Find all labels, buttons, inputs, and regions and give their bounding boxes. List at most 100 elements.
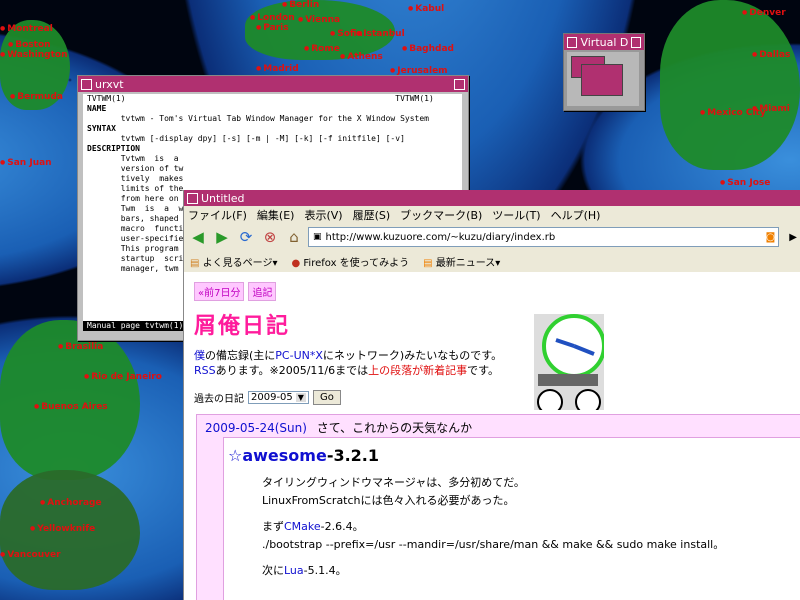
city-label: Washington bbox=[0, 50, 67, 60]
firefox-icon: ● bbox=[291, 257, 301, 269]
menu-view[interactable]: 表示(V) bbox=[304, 207, 342, 223]
city-label: San Juan bbox=[0, 158, 51, 168]
diary-entry: 2009-05-24(Sun) さて、これからの天気なんか ☆awesome-3… bbox=[196, 414, 800, 600]
city-label: Berlin bbox=[282, 0, 319, 10]
site-icon: ▣ bbox=[313, 232, 322, 242]
city-label: Dallas bbox=[752, 50, 790, 60]
resize-icon[interactable] bbox=[630, 36, 641, 48]
term-line: Tvtwm is a bbox=[87, 154, 179, 163]
term-line: tively makes bbox=[87, 174, 184, 183]
pager-area[interactable] bbox=[567, 52, 639, 106]
url-bar[interactable]: ▣ http://www.kuzuore.com/~kuzu/diary/ind… bbox=[308, 227, 780, 247]
paragraph: タイリングウィンドウマネージャは、多分初めてだ。 bbox=[262, 476, 525, 489]
web-page[interactable]: «前7日分 追記 屑俺日記 僕の備忘録(主にPC-UN*Xにネットワーク)みたい… bbox=[184, 272, 800, 600]
firefox-window[interactable]: Untitled ファイル(F) 編集(E) 表示(V) 履歴(S) ブックマー… bbox=[183, 190, 800, 600]
select-value: 2009-05 bbox=[251, 392, 293, 403]
entry-date-link[interactable]: 2009-05-24(Sun) bbox=[205, 421, 307, 435]
home-icon[interactable]: ⌂ bbox=[284, 227, 304, 247]
cmake-link[interactable]: CMake bbox=[284, 520, 321, 533]
city-label: Denver bbox=[742, 8, 785, 18]
awesome-link[interactable]: awesome bbox=[242, 446, 326, 465]
city-label: Madrid bbox=[256, 64, 298, 74]
term-line: tvtwm - Tom's Virtual Tab Window Manager… bbox=[87, 114, 429, 123]
virtual-desktop-window[interactable]: Virtual Desktop bbox=[563, 33, 645, 111]
stop-icon[interactable]: ⊗ bbox=[260, 227, 280, 247]
bookmark-label: Firefox を使ってみよう bbox=[303, 257, 410, 269]
paragraph: ./bootstrap --prefix=/usr --mandir=/usr/… bbox=[262, 538, 725, 551]
window-menu-icon[interactable] bbox=[81, 78, 92, 90]
rss-link[interactable]: RSS bbox=[194, 364, 216, 377]
back-icon[interactable]: ◀ bbox=[188, 227, 208, 247]
bookmark-getting-started[interactable]: ● Firefox を使ってみよう bbox=[291, 254, 409, 269]
pager-window-thumb[interactable] bbox=[581, 64, 623, 96]
window-menu-icon[interactable] bbox=[567, 36, 578, 48]
city-label: Istanbul bbox=[356, 29, 404, 39]
prev-7-days-link[interactable]: «前7日分 bbox=[194, 282, 245, 301]
star-icon: ☆ bbox=[228, 446, 243, 465]
firefox-titlebar[interactable]: Untitled bbox=[184, 190, 800, 206]
menu-edit[interactable]: 編集(E) bbox=[257, 207, 295, 223]
past-diary-select[interactable]: 2009-05 ▼ bbox=[248, 391, 309, 404]
entry-body: ☆awesome-3.2.1 タイリングウィンドウマネージャは、多分初めてだ。 … bbox=[223, 437, 800, 600]
text: 次に bbox=[262, 564, 284, 577]
intro-text: 僕の備忘録(主にPC-UN*Xにネットワーク)みたいなものです。 RSSあります… bbox=[194, 348, 502, 378]
append-link[interactable]: 追記 bbox=[248, 282, 277, 301]
intro-link[interactable]: 僕 bbox=[194, 349, 205, 362]
paragraph: まずCMake-2.6.4。 bbox=[262, 518, 364, 535]
window-menu-icon[interactable] bbox=[187, 192, 198, 204]
menu-bookmarks[interactable]: ブックマーク(B) bbox=[400, 207, 482, 223]
entry-title: さて、これからの天気なんか bbox=[316, 421, 473, 435]
city-label: Montreal bbox=[0, 24, 53, 34]
chevron-down-icon: ▼ bbox=[295, 393, 306, 402]
reload-icon[interactable]: ⟳ bbox=[236, 227, 256, 247]
bookmark-latest-news[interactable]: ▤ 最新ニュース▾ bbox=[423, 254, 500, 269]
paragraph: 次にLua-5.1.4。 bbox=[262, 562, 347, 579]
intro-link[interactable]: PC-UN*X bbox=[275, 349, 323, 362]
city-label: Paris bbox=[256, 23, 288, 33]
entry-header: 2009-05-24(Sun) さて、これからの天気なんか bbox=[205, 419, 472, 436]
term-line: tvtwm [-display dpy] [-s] [-m | -M] [-k]… bbox=[87, 134, 405, 143]
forward-icon[interactable]: ▶ bbox=[212, 227, 232, 247]
clock-icon bbox=[534, 314, 606, 415]
past-diary-form: 過去の日記 2009-05 ▼ Go bbox=[194, 390, 341, 405]
bookmark-most-visited[interactable]: ▤ よく見るページ▾ bbox=[190, 254, 277, 269]
intro-highlight: 上の段落が新着記事 bbox=[368, 364, 468, 377]
intro-text-part: にネットワーク)みたいなものです。 bbox=[322, 349, 503, 362]
city-label: Brasilia bbox=[58, 342, 103, 352]
urxvt-titlebar[interactable]: urxvt bbox=[78, 76, 468, 92]
city-label: Bermuda bbox=[10, 92, 63, 102]
city-label: Rio de Janeiro bbox=[84, 372, 162, 382]
menu-history[interactable]: 履歴(S) bbox=[353, 207, 391, 223]
rss-feed-icon[interactable]: ◙ bbox=[766, 232, 776, 243]
city-label: Mexico City bbox=[700, 108, 765, 118]
window-title: Virtual Desktop bbox=[580, 35, 628, 49]
north-america-landmass bbox=[660, 0, 800, 170]
menu-tools[interactable]: ツール(T) bbox=[492, 207, 540, 223]
folder-icon: ▤ bbox=[190, 257, 200, 269]
text: -2.6.4。 bbox=[320, 520, 364, 533]
menu-help[interactable]: ヘルプ(H) bbox=[551, 207, 601, 223]
term-line: NAME bbox=[87, 104, 107, 113]
navigation-toolbar: ◀ ▶ ⟳ ⊗ ⌂ ▣ http://www.kuzuore.com/~kuzu… bbox=[184, 224, 800, 250]
city-label: Vancouver bbox=[0, 550, 60, 560]
term-line: DESCRIPTION bbox=[87, 144, 140, 153]
window-title: Untitled bbox=[201, 191, 245, 205]
lua-link[interactable]: Lua bbox=[284, 564, 304, 577]
window-title: urxvt bbox=[95, 77, 124, 91]
diary-title: 屑俺日記 bbox=[194, 314, 291, 339]
go-icon[interactable]: ▶ bbox=[789, 232, 797, 243]
go-button[interactable]: Go bbox=[312, 390, 341, 405]
menu-file[interactable]: ファイル(F) bbox=[188, 207, 247, 223]
city-label: Kabul bbox=[408, 4, 444, 14]
city-label: Yellowknife bbox=[30, 524, 95, 534]
bookmark-label: よく見るページ▾ bbox=[202, 257, 278, 269]
virtual-desktop-titlebar[interactable]: Virtual Desktop bbox=[564, 34, 644, 50]
resize-icon[interactable] bbox=[454, 78, 465, 90]
bookmarks-toolbar: ▤ よく見るページ▾ ● Firefox を使ってみよう ▤ 最新ニュース▾ bbox=[184, 250, 800, 273]
city-label: Anchorage bbox=[40, 498, 101, 508]
section-version: -3.2.1 bbox=[326, 446, 380, 465]
intro-text-part: あります。※2005/11/6までは bbox=[215, 364, 369, 377]
city-label: London bbox=[250, 13, 294, 23]
city-label: Rome bbox=[304, 44, 340, 54]
term-line: TVTWM(1) TVTWM(1) bbox=[87, 94, 434, 103]
